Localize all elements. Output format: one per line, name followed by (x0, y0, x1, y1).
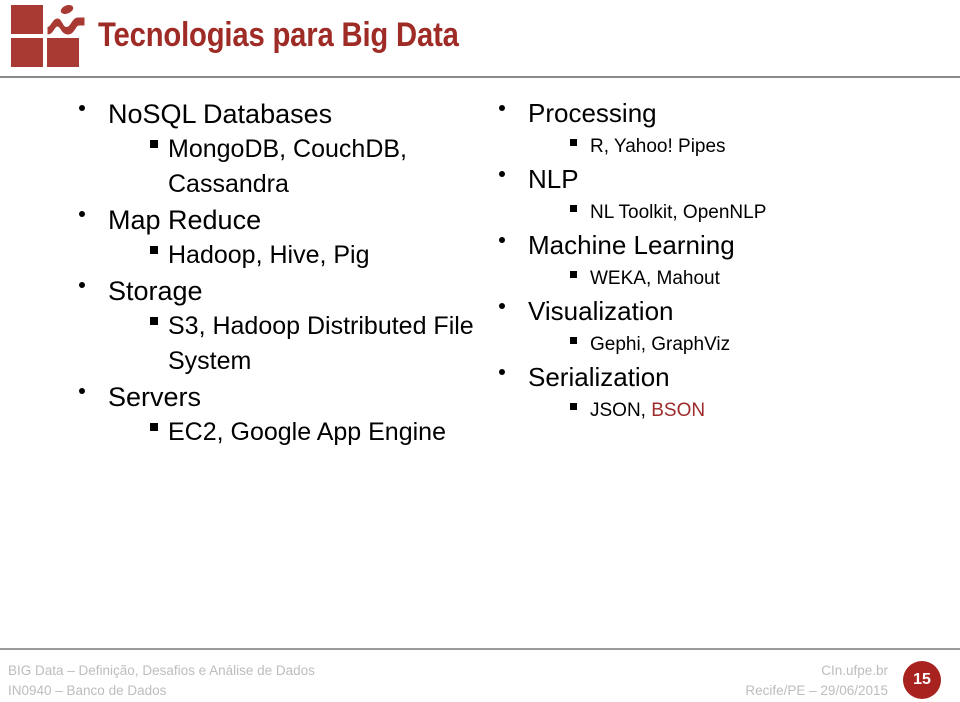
footer-venue-info: CIn.ufpe.br Recife/PE – 29/06/2015 (745, 661, 888, 701)
sub-bullet-list: Gephi, GraphViz (528, 329, 952, 360)
bullet-square-icon (150, 423, 158, 432)
list-item: Servers EC2, Google App Engine (62, 379, 492, 450)
highlighted-term: BSON (651, 400, 706, 421)
logo-square-bottom-left (11, 38, 43, 67)
sub-bullet-list: JSON, BSON (528, 395, 952, 426)
list-item: Map Reduce Hadoop, Hive, Pig (62, 202, 492, 273)
list-item: Processing R, Yahoo! Pipes (482, 96, 952, 162)
header-divider (0, 76, 960, 78)
footer-site-url: CIn.ufpe.br (821, 663, 888, 678)
list-item: Storage S3, Hadoop Distributed File Syst… (62, 273, 492, 379)
list-item: Hadoop, Hive, Pig (108, 238, 492, 273)
slide-header: Tecnologias para Big Data (0, 0, 960, 78)
sub-bullet-label: WEKA, Mahout (590, 268, 720, 289)
list-item: NL Toolkit, OpenNLP (528, 197, 952, 228)
content-column-right: Processing R, Yahoo! Pipes NLP NL Toolki… (482, 96, 952, 426)
page-number-badge: 15 (903, 661, 941, 699)
sub-bullet-list: Hadoop, Hive, Pig (108, 238, 492, 273)
bullet-square-icon (570, 271, 577, 278)
bullet-square-icon (570, 337, 577, 344)
bullet-dot-icon (499, 368, 505, 375)
list-item: Serialization JSON, BSON (482, 360, 952, 426)
sub-bullet-label: S3, Hadoop Distributed File System (168, 312, 474, 375)
slide-content: NoSQL Databases MongoDB, CouchDB, Cassan… (0, 96, 960, 636)
bullet-label: Serialization (528, 362, 670, 392)
bullet-dot-icon (499, 104, 505, 111)
list-item: Machine Learning WEKA, Mahout (482, 228, 952, 294)
sub-bullet-label: R, Yahoo! Pipes (590, 136, 726, 157)
sub-bullet-list: WEKA, Mahout (528, 263, 952, 294)
bullet-label: Map Reduce (108, 205, 262, 235)
list-item: MongoDB, CouchDB, Cassandra (108, 132, 492, 202)
sub-bullet-label: MongoDB, CouchDB, Cassandra (168, 135, 408, 198)
cin-ufpe-logo-icon (11, 5, 85, 67)
footer-line-2: IN0940 – Banco de Dados (8, 683, 167, 698)
bullet-square-icon (150, 317, 158, 326)
sub-bullet-list: NL Toolkit, OpenNLP (528, 197, 952, 228)
list-item: S3, Hadoop Distributed File System (108, 309, 492, 379)
list-item: JSON, BSON (528, 395, 952, 426)
bullet-square-icon (570, 139, 577, 146)
sub-bullet-list: S3, Hadoop Distributed File System (108, 309, 492, 379)
footer-line-1: BIG Data – Definição, Desafios e Análise… (8, 663, 315, 678)
bullet-square-icon (150, 246, 158, 255)
logo-running-person-icon (47, 5, 85, 35)
bullet-dot-icon (499, 302, 505, 309)
list-item: EC2, Google App Engine (108, 415, 492, 450)
list-item: NLP NL Toolkit, OpenNLP (482, 162, 952, 228)
footer-place-date: Recife/PE – 29/06/2015 (745, 683, 888, 698)
bullet-dot-icon (79, 104, 85, 111)
logo-square-top-left (11, 5, 43, 34)
sub-bullet-label: JSON, BSON (590, 400, 706, 421)
sub-bullet-label: NL Toolkit, OpenNLP (590, 202, 767, 223)
bullet-list-left: NoSQL Databases MongoDB, CouchDB, Cassan… (62, 96, 492, 450)
list-item: Visualization Gephi, GraphViz (482, 294, 952, 360)
bullet-dot-icon (79, 210, 85, 217)
bullet-label: NLP (528, 164, 579, 194)
bullet-label: Storage (108, 276, 203, 306)
list-item: Gephi, GraphViz (528, 329, 952, 360)
bullet-square-icon (570, 403, 577, 410)
bullet-label: Processing (528, 98, 657, 128)
sub-bullet-list: EC2, Google App Engine (108, 415, 492, 450)
sub-bullet-list: MongoDB, CouchDB, Cassandra (108, 132, 492, 202)
sub-bullet-list: R, Yahoo! Pipes (528, 131, 952, 162)
bullet-list-right: Processing R, Yahoo! Pipes NLP NL Toolki… (482, 96, 952, 426)
sub-bullet-label: Hadoop, Hive, Pig (168, 241, 370, 269)
footer-course-info: BIG Data – Definição, Desafios e Análise… (8, 661, 315, 701)
bullet-dot-icon (79, 387, 85, 394)
bullet-square-icon (570, 205, 577, 212)
page-title: Tecnologias para Big Data (98, 16, 459, 54)
content-column-left: NoSQL Databases MongoDB, CouchDB, Cassan… (62, 96, 492, 450)
bullet-label: Visualization (528, 296, 674, 326)
logo-square-bottom-right (47, 38, 79, 67)
bullet-label: NoSQL Databases (108, 99, 333, 129)
bullet-square-icon (150, 140, 158, 149)
bullet-dot-icon (79, 281, 85, 288)
list-item: NoSQL Databases MongoDB, CouchDB, Cassan… (62, 96, 492, 202)
bullet-dot-icon (499, 236, 505, 243)
bullet-dot-icon (499, 170, 505, 177)
sub-bullet-label: Gephi, GraphViz (590, 334, 731, 355)
list-item: WEKA, Mahout (528, 263, 952, 294)
list-item: R, Yahoo! Pipes (528, 131, 952, 162)
bullet-label: Servers (108, 382, 202, 412)
footer-divider (0, 648, 960, 650)
sub-bullet-label: EC2, Google App Engine (168, 418, 446, 446)
bullet-label: Machine Learning (528, 230, 735, 260)
